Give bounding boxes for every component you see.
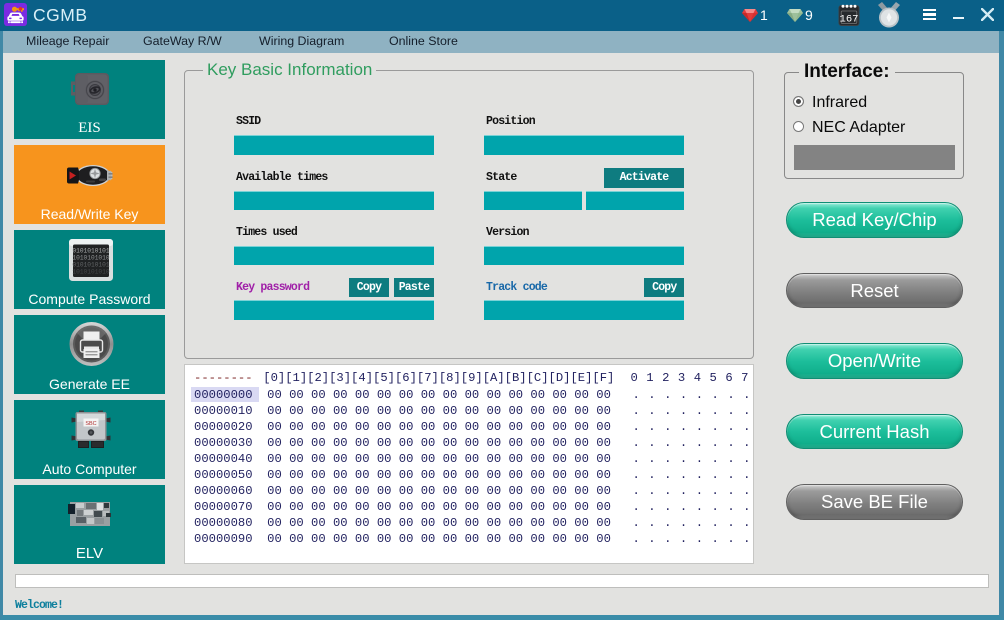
svg-text:1010101010: 1010101010	[72, 255, 109, 262]
svg-text:1010101010: 1010101010	[72, 269, 109, 276]
svg-text:0101010101: 0101010101	[72, 262, 109, 269]
svg-text:0101010101: 0101010101	[72, 248, 109, 255]
svg-text:SBC: SBC	[85, 421, 96, 427]
svg-text:167: 167	[839, 14, 858, 26]
